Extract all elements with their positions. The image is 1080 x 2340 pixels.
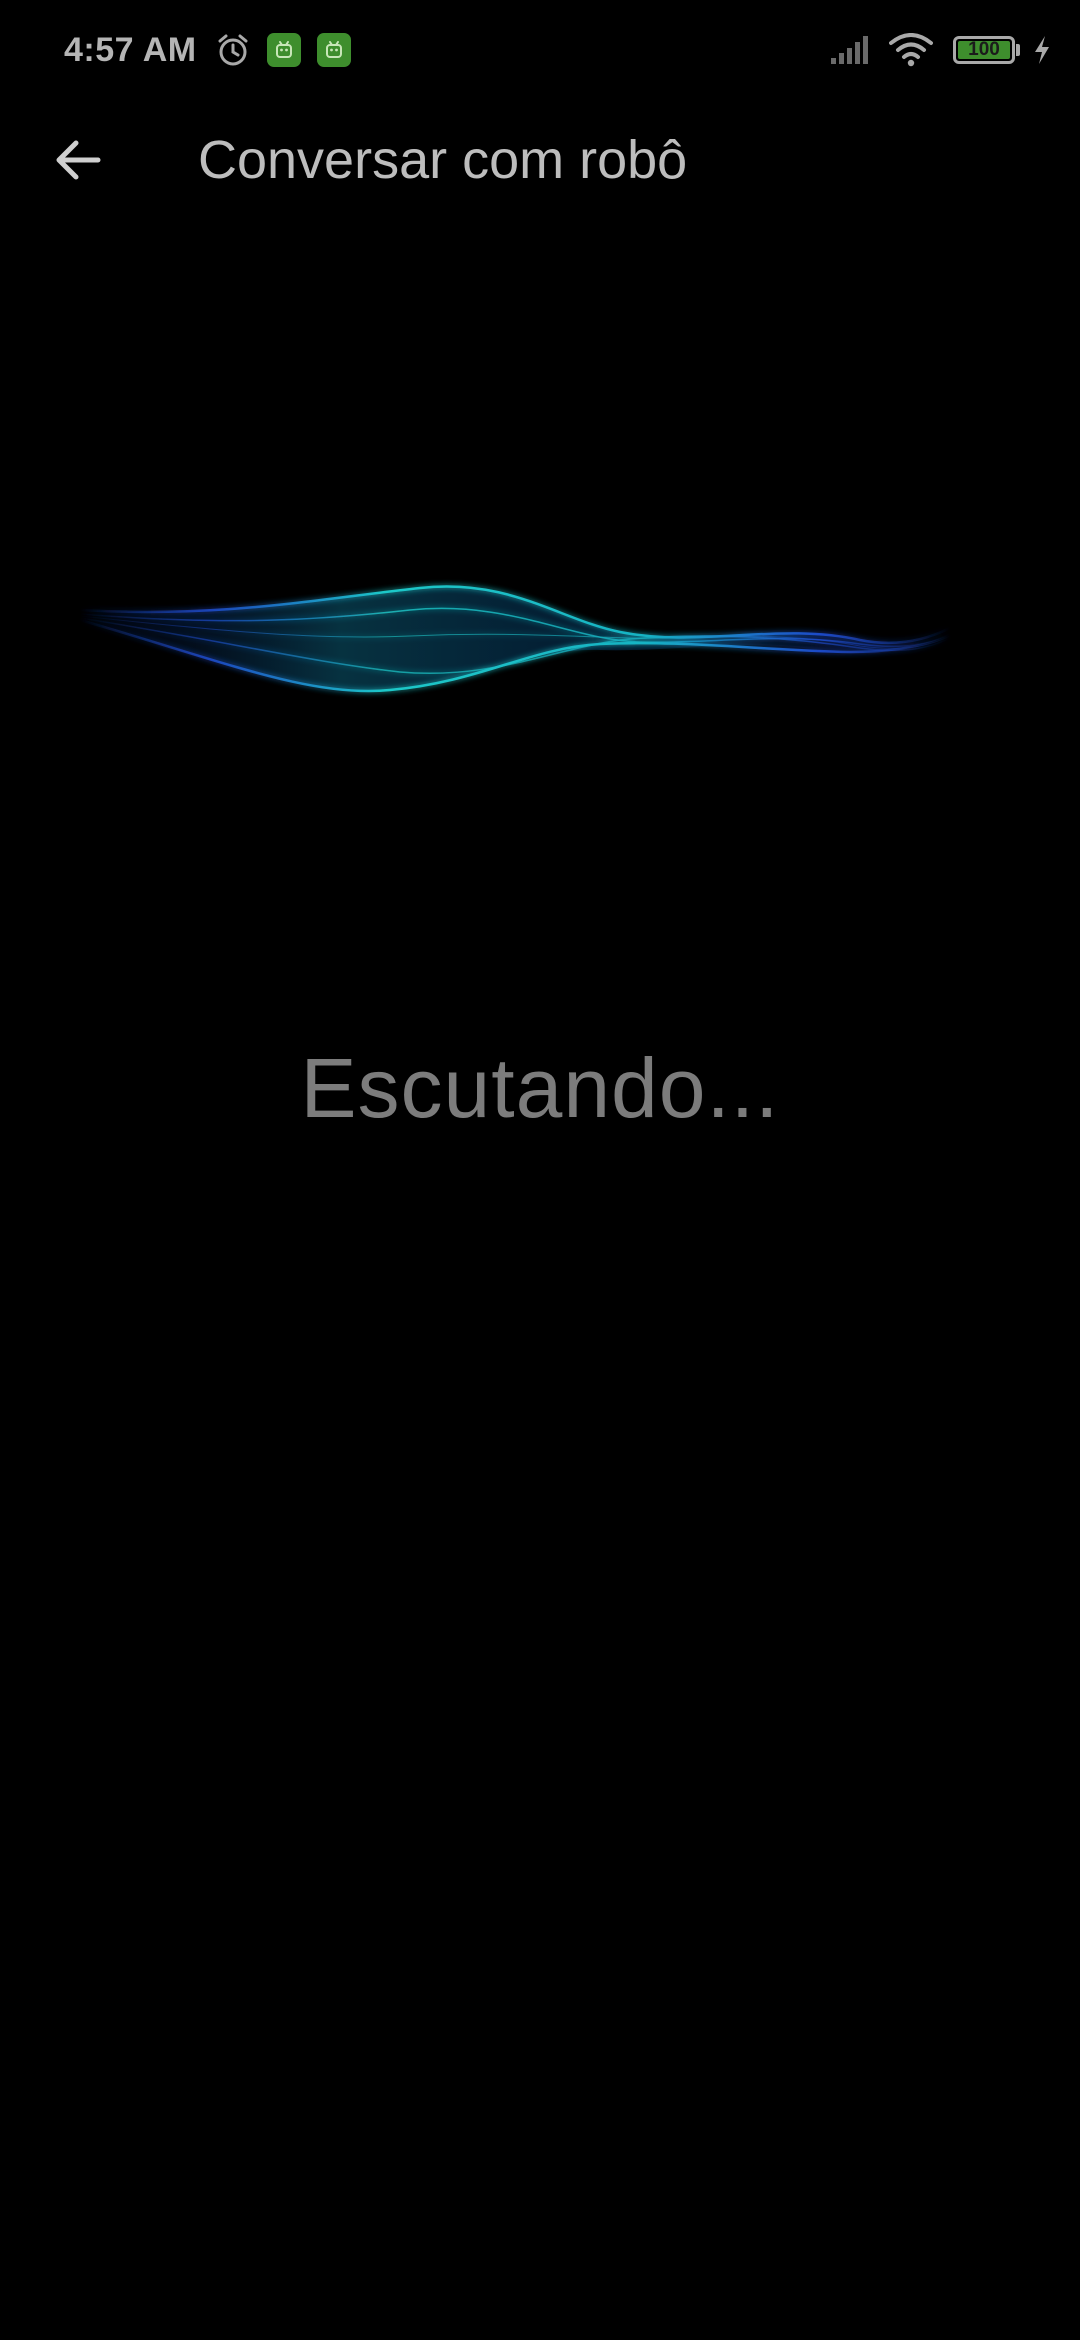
status-right-group: 100 [811,22,1052,78]
wifi-icon [889,33,933,67]
voice-wave [60,540,960,740]
status-time: 4:57 AM [64,30,197,69]
listening-status: Escutando... [300,1041,780,1135]
status-left-group: 4:57 AM [64,22,351,78]
battery-cap [1016,44,1020,56]
app-notification-icon [266,33,301,67]
alarm-clock-icon [215,32,251,68]
page-title: Conversar com robô [198,130,688,190]
cell-signal-icon [829,34,871,66]
status-bar: 4:57 AM 100 [0,0,1080,100]
app-notification-icon [316,33,351,67]
battery-indicator: 100 [933,36,1020,64]
arrow-left-icon [56,140,101,180]
battery-level: 100 [968,39,1000,60]
back-button[interactable] [40,122,116,198]
battery-icon: 100 [953,36,1015,64]
charging-icon [1032,35,1052,65]
voice-waveform-graphic [79,585,951,693]
app-bar: Conversar com robô [0,100,1080,220]
